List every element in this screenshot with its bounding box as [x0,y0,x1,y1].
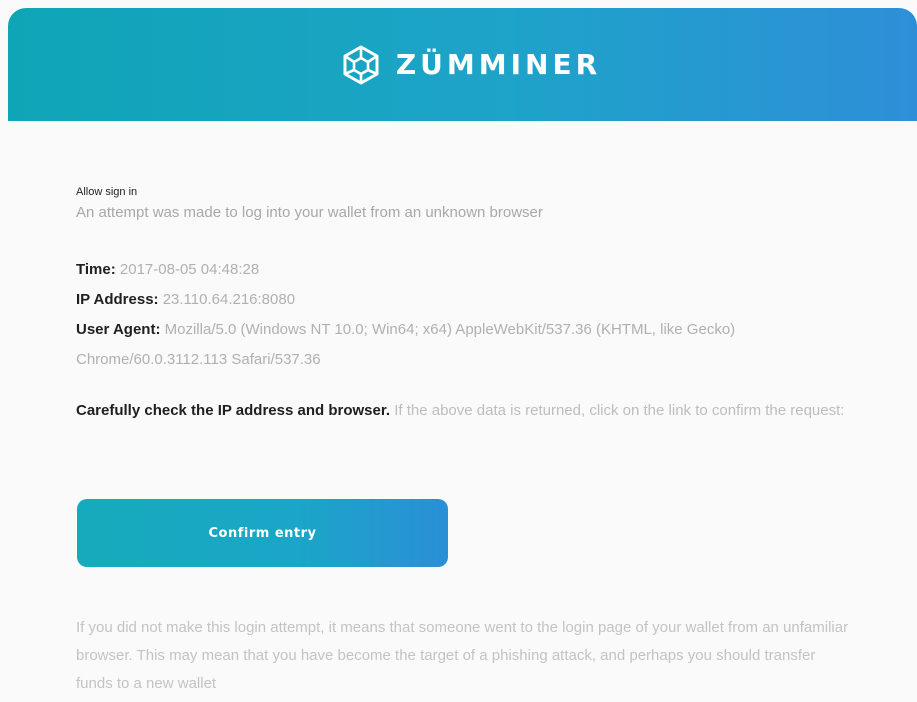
confirm-entry-button[interactable]: Confirm entry [77,499,448,567]
email-header: ZÜMMINER [8,8,917,121]
brand: ZÜMMINER [340,44,601,86]
email-page: ZÜMMINER Allow sign in An attempt was ma… [0,0,917,702]
email-body: Allow sign in An attempt was made to log… [76,185,856,440]
user-agent-label: User Agent: [76,321,161,338]
message-lead: An attempt was made to log into your wal… [76,204,543,221]
time-label: Time: [76,261,116,278]
login-details: Time: 2017-08-05 04:48:28 IP Address: 23… [76,255,856,375]
user-agent-value: Mozilla/5.0 (Windows NT 10.0; Win64; x64… [76,321,736,368]
footer-warning-text: If you did not make this login attempt, … [76,619,849,692]
brand-name: ZÜMMINER [395,47,602,81]
ip-label: IP Address: [76,291,159,308]
user-agent-row: User Agent: Mozilla/5.0 (Windows NT 10.0… [76,315,856,375]
time-row: Time: 2017-08-05 04:48:28 [76,255,856,285]
time-value: 2017-08-05 04:48:28 [119,261,260,278]
warning-rest: If the above data is returned, click on … [394,402,845,419]
warning-bold: Carefully check the IP address and brows… [76,402,391,419]
hexagon-logo-icon [343,45,379,84]
message-title: Allow sign in [76,186,138,198]
ip-row: IP Address: 23.110.64.216:8080 [76,285,856,315]
ip-value: 23.110.64.216:8080 [162,291,296,308]
warning-text: Carefully check the IP address and brows… [76,397,856,425]
